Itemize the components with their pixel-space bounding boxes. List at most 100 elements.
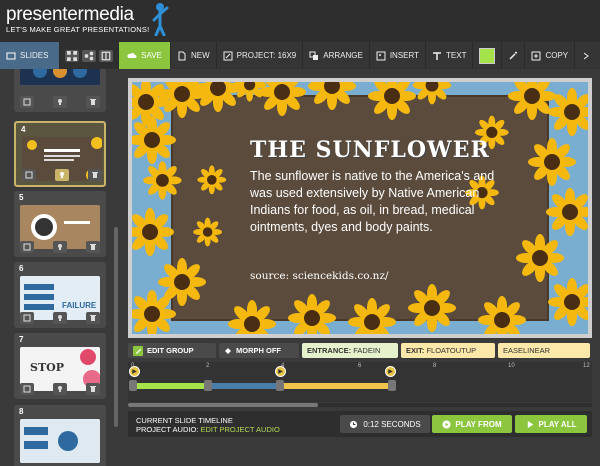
thumbnail-actions bbox=[20, 96, 100, 108]
play-from-label: PLAY FROM bbox=[455, 419, 502, 429]
slide-title[interactable]: THE SUNFLOWER bbox=[250, 137, 490, 163]
timeline-footer: CURRENT SLIDE TIMELINE PROJECT AUDIO: ED… bbox=[128, 411, 592, 437]
arrange-label: ARRANGE bbox=[323, 51, 363, 60]
slide-preview[interactable]: THE SUNFLOWER The sunflower is native to… bbox=[132, 82, 588, 334]
slide-thumbnail-panel: 4 5 6 FAILURE 7 STOP 8 bbox=[0, 69, 120, 466]
keyframe-handle[interactable] bbox=[129, 380, 137, 391]
trash-icon[interactable] bbox=[86, 96, 100, 108]
edit-audio-link[interactable]: EDIT PROJECT AUDIO bbox=[200, 425, 279, 434]
slide-thumbnail-4[interactable]: 4 bbox=[14, 121, 106, 187]
slide-source-text[interactable]: source: sciencekids.co.nz/ bbox=[250, 270, 389, 282]
lightbulb-icon[interactable] bbox=[53, 96, 67, 108]
duplicate-icon[interactable] bbox=[20, 96, 34, 108]
lightbulb-icon[interactable] bbox=[53, 241, 67, 253]
thumbnail-actions bbox=[20, 312, 100, 324]
magic-wand-button[interactable] bbox=[501, 42, 526, 69]
slide-canvas: THE SUNFLOWER The sunflower is native to… bbox=[128, 78, 592, 338]
duplicate-icon[interactable] bbox=[20, 312, 34, 324]
edit-icon bbox=[223, 51, 233, 60]
trash-icon[interactable] bbox=[88, 169, 102, 181]
morph-label: MORPH OFF bbox=[236, 346, 281, 355]
text-button[interactable]: TEXT bbox=[426, 42, 474, 69]
color-swatch[interactable] bbox=[479, 47, 496, 64]
entrance-animation-select[interactable]: ENTRANCE: FADEIN bbox=[302, 343, 398, 358]
thumbnail-caption: FAILURE bbox=[62, 301, 97, 310]
scroll-thumb[interactable] bbox=[128, 403, 318, 407]
copy-icon bbox=[531, 51, 541, 60]
project-button[interactable]: PROJECT: 16X9 bbox=[217, 42, 304, 69]
keyframe-handle[interactable] bbox=[204, 380, 212, 391]
brand-name: presentermedia bbox=[6, 4, 134, 25]
slide-thumbnail-7[interactable]: 7 STOP bbox=[14, 333, 106, 399]
play-from-button[interactable]: PLAY FROM bbox=[432, 415, 512, 433]
more-button[interactable] bbox=[575, 42, 597, 69]
lightbulb-icon[interactable] bbox=[55, 169, 69, 181]
timeline-scrollbar[interactable] bbox=[128, 403, 592, 407]
thumbnail-number: 5 bbox=[19, 193, 24, 202]
duplicate-icon[interactable] bbox=[22, 169, 36, 181]
exit-animation-select[interactable]: EXIT: FLOATOUTUP bbox=[401, 343, 495, 358]
display-bar[interactable] bbox=[208, 383, 280, 389]
keyframe-handle[interactable] bbox=[276, 380, 284, 391]
text-icon bbox=[433, 51, 442, 60]
timeline-track[interactable]: 0 2 4 6 8 10 12 ▶ ▶ ▶ bbox=[128, 362, 592, 402]
view-mode-group bbox=[60, 42, 119, 69]
app-header: presentermedia LET'S MAKE GREAT PRESENTA… bbox=[0, 0, 600, 42]
edit-icon bbox=[133, 345, 143, 356]
easing-select[interactable]: EASELINEAR bbox=[498, 343, 590, 358]
lightbulb-icon[interactable] bbox=[53, 383, 67, 395]
main-toolbar: SLIDES SAVE NEW PROJECT: 16X9 ARRANGE IN… bbox=[0, 42, 600, 69]
duplicate-icon[interactable] bbox=[20, 383, 34, 395]
entrance-value: FADEIN bbox=[353, 346, 381, 355]
keyframe-handle[interactable] bbox=[388, 380, 396, 391]
chevron-right-icon bbox=[583, 52, 589, 59]
trash-icon[interactable] bbox=[86, 312, 100, 324]
slide-thumbnail-8[interactable]: 8 bbox=[14, 405, 106, 466]
duration-display[interactable]: 0:12 SECONDS bbox=[340, 415, 430, 433]
arrange-button[interactable]: ARRANGE bbox=[303, 42, 370, 69]
entrance-bar[interactable] bbox=[132, 383, 208, 389]
thumbnail-actions bbox=[20, 241, 100, 253]
duplicate-icon[interactable] bbox=[20, 241, 34, 253]
slide-body-text[interactable]: The sunflower is native to the America's… bbox=[250, 168, 500, 236]
copy-button[interactable]: COPY bbox=[525, 42, 576, 69]
morph-toggle[interactable]: MORPH OFF bbox=[219, 343, 299, 358]
insert-icon bbox=[376, 51, 386, 60]
slide-thumbnail-6[interactable]: 6 FAILURE bbox=[14, 262, 106, 328]
play-all-label: PLAY ALL bbox=[538, 419, 577, 429]
thumbnail-scrollbar[interactable] bbox=[114, 227, 118, 427]
play-all-button[interactable]: PLAY ALL bbox=[515, 415, 587, 433]
trash-icon[interactable] bbox=[86, 241, 100, 253]
share-icon[interactable] bbox=[82, 49, 96, 62]
timeline-ticks: 0 2 4 6 8 10 12 bbox=[128, 363, 592, 371]
tick-label: 8 bbox=[433, 363, 437, 369]
tick-label: 2 bbox=[206, 363, 210, 369]
slide-thumbnail-5[interactable]: 5 bbox=[14, 191, 106, 257]
brand-logo[interactable]: presentermedia LET'S MAKE GREAT PRESENTA… bbox=[6, 4, 149, 34]
book-icon[interactable] bbox=[99, 49, 113, 62]
trash-icon[interactable] bbox=[86, 383, 100, 395]
play-circle-icon bbox=[442, 419, 451, 429]
cloud-save-icon bbox=[127, 52, 137, 58]
lightbulb-icon[interactable] bbox=[53, 312, 67, 324]
exit-bar[interactable] bbox=[280, 383, 392, 389]
slides-button[interactable]: SLIDES bbox=[0, 42, 60, 69]
grid-view-icon[interactable] bbox=[65, 49, 79, 62]
new-file-icon bbox=[178, 51, 186, 60]
animation-settings-row: EDIT GROUP MORPH OFF ENTRANCE: FADEIN EX… bbox=[128, 343, 592, 359]
entrance-marker[interactable]: ▶ bbox=[129, 366, 140, 377]
magic-wand-icon bbox=[509, 51, 518, 60]
save-label: SAVE bbox=[141, 51, 162, 60]
new-button[interactable]: NEW bbox=[171, 42, 217, 69]
presenter-figure-icon bbox=[152, 3, 169, 36]
insert-button[interactable]: INSERT bbox=[370, 42, 427, 69]
save-button[interactable]: SAVE bbox=[119, 42, 171, 69]
end-marker[interactable]: ▶ bbox=[385, 366, 396, 377]
thumbnail-actions bbox=[20, 383, 100, 395]
copy-label: COPY bbox=[545, 51, 569, 60]
edit-group-button[interactable]: EDIT GROUP bbox=[128, 343, 216, 358]
exit-marker[interactable]: ▶ bbox=[275, 366, 286, 377]
thumbnail-actions bbox=[22, 169, 102, 181]
slide-thumbnail-3[interactable] bbox=[14, 69, 106, 112]
slides-label: SLIDES bbox=[20, 51, 49, 60]
